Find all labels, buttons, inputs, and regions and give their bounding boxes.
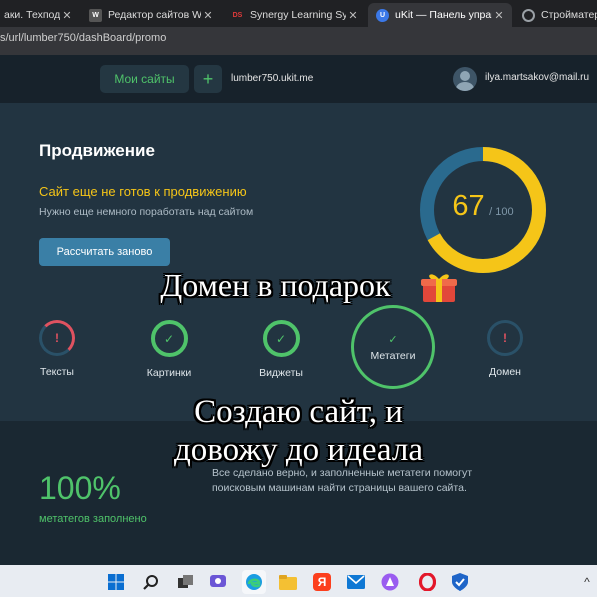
gift-icon	[421, 274, 457, 302]
ok-status-icon: ✓	[262, 320, 300, 357]
score-value: 67	[452, 190, 485, 222]
app-header: Мои сайты + lumber750.ukit.me ilya.marts…	[0, 55, 597, 103]
status-warning: Сайт еще не готов к продвижению	[39, 184, 247, 199]
exclamation-icon: !	[55, 331, 59, 345]
check-label: Картинки	[146, 367, 192, 379]
wix-icon: W	[89, 8, 102, 22]
check-item-widgets[interactable]: ✓ Виджеты	[250, 320, 312, 379]
close-icon[interactable]: ✕	[346, 9, 360, 22]
tab-ukit[interactable]: U uKit — Панель управ... ✕	[368, 3, 512, 27]
user-email[interactable]: ilya.martsakov@mail.ru	[485, 72, 589, 83]
check-label: Домен	[489, 366, 521, 378]
tab-wix-editor[interactable]: W Редактор сайтов Wix ✕	[81, 3, 221, 27]
task-view-icon[interactable]	[176, 573, 194, 591]
tab-techsupport[interactable]: аки. Техподде ✕	[0, 3, 80, 27]
alice-icon[interactable]	[381, 573, 399, 591]
tab-stroimaterialy[interactable]: Стройматери	[514, 3, 597, 27]
opera-icon[interactable]	[418, 573, 436, 591]
url-text[interactable]: s/url/lumber750/dashBoard/promo	[0, 32, 166, 44]
checkmark-icon: ✓	[388, 334, 398, 346]
tab-title: Редактор сайтов Wix	[108, 9, 201, 21]
edge-icon[interactable]	[242, 570, 266, 594]
exclamation-icon: !	[503, 331, 507, 345]
check-item-metatags[interactable]: ✓ Метатеги	[351, 305, 435, 389]
yandex-icon[interactable]: Я	[313, 573, 331, 591]
overlay-caption-2: Создаю сайт, и довожу до идеала	[0, 393, 597, 469]
globe-icon	[522, 8, 535, 22]
status-hint: Нужно еще немного поработать над сайтом	[39, 206, 254, 218]
overlay-caption-1: Домен в подарок	[0, 267, 597, 304]
close-icon[interactable]: ✕	[492, 9, 506, 22]
error-status-icon: !	[39, 320, 75, 356]
tab-title: Стройматери	[541, 9, 597, 21]
check-label: Метатеги	[370, 350, 416, 362]
close-icon[interactable]: ✕	[201, 9, 215, 22]
overlay-line: Создаю сайт, и	[194, 394, 403, 430]
ok-status-icon: ✓	[150, 320, 188, 357]
site-domain[interactable]: lumber750.ukit.me	[231, 73, 313, 84]
tab-title: аки. Техподде	[4, 9, 60, 21]
check-item-images[interactable]: ✓ Картинки	[138, 320, 200, 379]
my-sites-button[interactable]: Мои сайты	[100, 65, 189, 93]
metatags-percent: 100%	[39, 470, 121, 506]
check-label: Виджеты	[259, 367, 303, 379]
search-icon[interactable]	[141, 573, 159, 591]
score-readout: 67 / 100	[418, 190, 548, 223]
tab-synergy[interactable]: DS Synergy Learning Syste ✕	[223, 3, 366, 27]
page-title: Продвижение	[39, 141, 155, 160]
chat-icon[interactable]	[210, 573, 228, 591]
file-explorer-icon[interactable]	[279, 573, 297, 591]
synergy-icon: DS	[232, 11, 243, 19]
tab-title: uKit — Панель управ...	[395, 9, 492, 21]
check-label: Тексты	[40, 366, 74, 378]
checkmark-icon: ✓	[275, 331, 287, 346]
error-status-icon: !	[487, 320, 523, 356]
check-item-domain[interactable]: ! Домен	[475, 320, 535, 378]
overlay-line: Домен в подарок	[160, 267, 391, 303]
check-item-texts[interactable]: ! Тексты	[27, 320, 87, 378]
avatar[interactable]	[453, 67, 477, 91]
security-icon[interactable]	[451, 573, 469, 591]
metatags-description: Все сделано верно, и заполненные метатег…	[212, 467, 473, 494]
taskbar: Я ^	[0, 565, 597, 597]
ukit-icon: U	[376, 8, 389, 22]
score-max: / 100	[489, 206, 514, 218]
checkmark-icon: ✓	[163, 331, 175, 346]
windows-icon[interactable]	[107, 573, 125, 591]
tab-title: Synergy Learning Syste	[250, 9, 346, 21]
add-site-button[interactable]: +	[194, 65, 222, 93]
overlay-line: довожу до идеала	[174, 432, 423, 468]
mail-icon[interactable]	[347, 573, 365, 591]
recalculate-button[interactable]: Рассчитать заново	[39, 238, 170, 266]
browser-tab-bar: аки. Техподде ✕ W Редактор сайтов Wix ✕ …	[0, 0, 597, 27]
metatags-percent-label: метатегов заполнено	[39, 513, 147, 525]
tray-chevron-icon[interactable]: ^	[578, 573, 596, 591]
close-icon[interactable]: ✕	[60, 9, 74, 22]
address-bar[interactable]: s/url/lumber750/dashBoard/promo	[0, 27, 597, 55]
